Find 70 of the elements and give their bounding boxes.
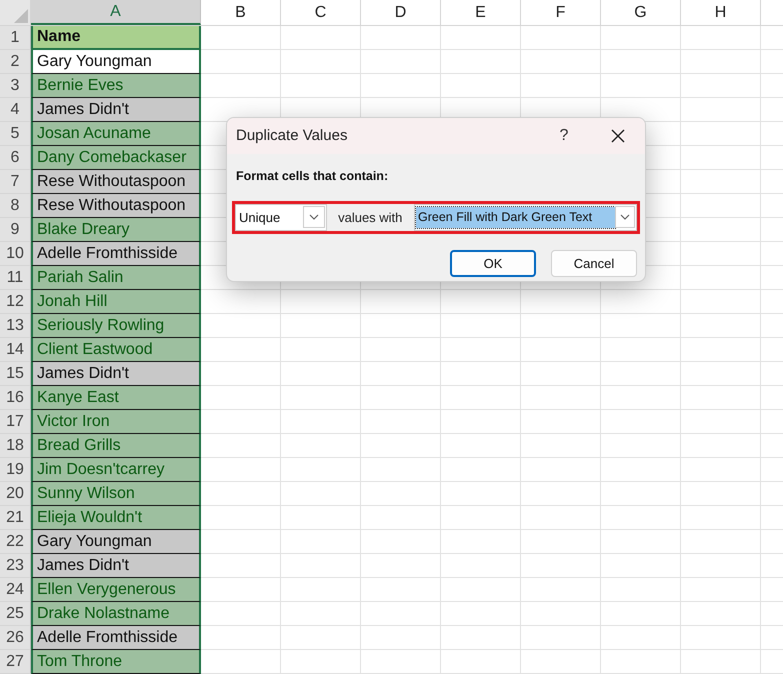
table-cell: Drake Nolastname xyxy=(31,602,201,626)
dropdown-arrow-button[interactable] xyxy=(615,206,635,228)
table-cell: Rese Withoutaspoon xyxy=(31,194,201,218)
prompt-label: Format cells that contain: xyxy=(236,168,390,185)
row-number[interactable]: 1 xyxy=(0,26,31,50)
row-number[interactable]: 20 xyxy=(0,482,31,506)
table-cell: Gary Youngman xyxy=(31,530,201,554)
row-number[interactable]: 8 xyxy=(0,194,31,218)
connector-label: values with xyxy=(337,208,404,226)
row-number[interactable]: 4 xyxy=(0,98,31,122)
row-number[interactable]: 17 xyxy=(0,410,31,434)
column-header[interactable]: A xyxy=(31,0,201,25)
table-cell: Rese Withoutaspoon xyxy=(31,170,201,194)
format-dropdown[interactable]: Green Fill with Dark Green Text xyxy=(414,204,637,231)
chevron-icon xyxy=(620,214,630,220)
table-cell: Josan Acuname xyxy=(31,122,201,146)
table-cell: Adelle Fromthisside xyxy=(31,626,201,650)
row-number[interactable]: 16 xyxy=(0,386,31,410)
table-cell: Kanye East xyxy=(31,386,201,410)
row-number[interactable]: 24 xyxy=(0,578,31,602)
row-number[interactable]: 19 xyxy=(0,458,31,482)
table-cell: Client Eastwood xyxy=(31,338,201,362)
row-number[interactable]: 25 xyxy=(0,602,31,626)
row-number[interactable]: 11 xyxy=(0,266,31,290)
row-number[interactable]: 3 xyxy=(0,74,31,98)
table-cell: Tom Throne xyxy=(31,650,201,674)
row-number[interactable]: 12 xyxy=(0,290,31,314)
row-number[interactable]: 18 xyxy=(0,434,31,458)
row-number[interactable]: 26 xyxy=(0,626,31,650)
row-number[interactable]: 14 xyxy=(0,338,31,362)
table-cell: Elieja Wouldn't xyxy=(31,506,201,530)
table-cell: Adelle Fromthisside xyxy=(31,242,201,266)
table-cell: Ellen Verygenerous xyxy=(31,578,201,602)
table-cell: Gary Youngman xyxy=(31,50,201,74)
table-cell: Bread Grills xyxy=(31,434,201,458)
table-cell: Pariah Salin xyxy=(31,266,201,290)
row-number[interactable]: 15 xyxy=(0,362,31,386)
table-cell: Seriously Rowling xyxy=(31,314,201,338)
row-number[interactable]: 27 xyxy=(0,650,31,674)
dropdown-value: Green Fill with Dark Green Text xyxy=(416,206,615,228)
table-cell: Sunny Wilson xyxy=(31,482,201,506)
row-number[interactable]: 23 xyxy=(0,554,31,578)
table-cell: Jim Doesn'tcarrey xyxy=(31,458,201,482)
table-cell: Bernie Eves xyxy=(31,74,201,98)
rule-type-dropdown[interactable]: Unique xyxy=(235,204,326,231)
dropdown-value: Unique xyxy=(238,208,282,227)
dialog-button[interactable]: OK xyxy=(450,250,536,277)
dialog-button[interactable]: Cancel xyxy=(551,250,637,277)
table-cell: James Didn't xyxy=(31,98,201,122)
help-button[interactable]: ? xyxy=(553,124,575,148)
chevron-icon xyxy=(308,214,318,220)
row-number[interactable]: 21 xyxy=(0,506,31,530)
row-number[interactable]: 22 xyxy=(0,530,31,554)
dropdown-arrow-button[interactable] xyxy=(302,206,324,228)
row-number[interactable]: 7 xyxy=(0,170,31,194)
table-cell: Victor Iron xyxy=(31,410,201,434)
row-number[interactable]: 13 xyxy=(0,314,31,338)
table-cell: Name xyxy=(31,26,201,50)
table-cell: Dany Comebackaser xyxy=(31,146,201,170)
row-number[interactable]: 10 xyxy=(0,242,31,266)
row-number[interactable]: 6 xyxy=(0,146,31,170)
table-cell: Blake Dreary xyxy=(31,218,201,242)
table-cell: James Didn't xyxy=(31,554,201,578)
close-icon xyxy=(611,129,625,143)
table-cell: James Didn't xyxy=(31,362,201,386)
dialog-title: Duplicate Values xyxy=(236,126,348,146)
table-cell: Jonah Hill xyxy=(31,290,201,314)
row-number[interactable]: 2 xyxy=(0,50,31,74)
row-number[interactable]: 9 xyxy=(0,218,31,242)
row-number[interactable]: 5 xyxy=(0,122,31,146)
